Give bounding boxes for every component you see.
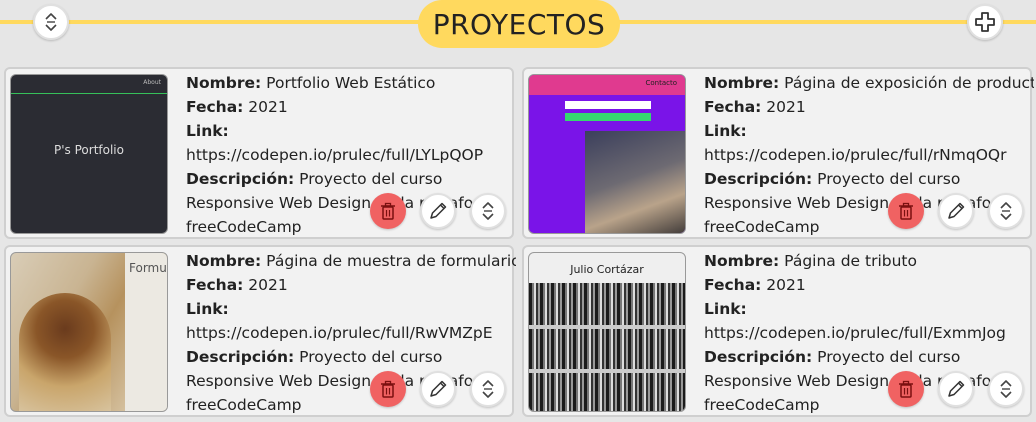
edit-button[interactable] [420,371,456,407]
name-label: Nombre: [186,252,262,270]
thumbnail-form-panel [125,253,167,411]
delete-button[interactable] [888,193,924,229]
sort-up-down-icon [1000,202,1012,220]
plus-icon [975,12,995,32]
project-thumbnail[interactable]: Contacto [528,74,686,234]
reorder-button[interactable] [988,371,1024,407]
project-link[interactable]: https://codepen.io/prulec/full/rNmqOQr [704,143,1034,167]
thumbnail-shelf [529,369,685,373]
thumbnail-title: P's Portfolio [54,143,124,157]
name-label: Nombre: [704,252,780,270]
sort-up-down-icon [45,13,57,31]
delete-button[interactable] [370,371,406,407]
date-label: Fecha: [704,98,762,116]
project-card: Julio Cortázar Nombre: Página de tributo… [522,245,1032,417]
date-label: Fecha: [186,276,244,294]
project-link[interactable]: https://codepen.io/prulec/full/RwVMZpE [186,321,516,345]
thumbnail-title: Julio Cortázar [570,263,644,276]
project-info: Nombre: Página de exposición de producto… [704,71,1034,237]
thumbnail-photo [19,293,111,411]
reorder-button[interactable] [470,371,506,407]
project-card: About P's Portfolio Nombre: Portfolio We… [4,67,514,239]
trash-icon [381,202,395,220]
sort-button[interactable] [33,4,69,40]
thumbnail-button [565,113,651,121]
link-label: Link: [186,122,229,140]
thumbnail-shelf [529,325,685,329]
reorder-button[interactable] [470,193,506,229]
project-name: Página de exposición de producto [784,74,1034,92]
date-label: Fecha: [186,98,244,116]
edit-button[interactable] [938,193,974,229]
trash-icon [899,202,913,220]
delete-button[interactable] [888,371,924,407]
project-link[interactable]: https://codepen.io/prulec/full/ExmmJog [704,321,1034,345]
trash-icon [381,380,395,398]
project-name: Portfolio Web Estático [266,74,436,92]
project-info: Nombre: Página de tributo Fecha: 2021 Li… [704,249,1034,415]
project-info: Nombre: Página de muestra de formulario … [186,249,516,415]
link-label: Link: [704,122,747,140]
description-label: Descripción: [704,170,813,188]
thumbnail-bar [11,93,167,94]
sort-up-down-icon [482,202,494,220]
reorder-button[interactable] [988,193,1024,229]
sort-up-down-icon [482,380,494,398]
thumbnail-nav: About [143,79,161,86]
name-label: Nombre: [186,74,262,92]
date-label: Fecha: [704,276,762,294]
add-project-button[interactable] [967,4,1003,40]
pencil-icon [948,380,965,397]
pencil-icon [948,202,965,219]
thumbnail-nav: Contacto [645,79,677,87]
project-card: Contacto Nombre: Página de exposición de… [522,67,1034,239]
header: PROYECTOS [0,0,1036,50]
link-label: Link: [186,300,229,318]
project-name: Página de tributo [784,252,917,270]
link-label: Link: [704,300,747,318]
sort-up-down-icon [1000,380,1012,398]
name-label: Nombre: [704,74,780,92]
project-name: Página de muestra de formulario [266,252,516,270]
pencil-icon [430,202,447,219]
project-card: Formula Nombre: Página de muestra de for… [4,245,516,417]
project-date: 2021 [248,276,288,294]
thumbnail-video [585,131,685,233]
thumbnail-input [565,101,651,109]
thumbnail-header: Contacto [529,75,685,95]
project-date: 2021 [766,98,806,116]
project-info: Nombre: Portfolio Web Estático Fecha: 20… [186,71,516,237]
project-thumbnail[interactable]: About P's Portfolio [10,74,168,234]
description-label: Descripción: [186,170,295,188]
description-label: Descripción: [704,348,813,366]
edit-button[interactable] [420,193,456,229]
description-label: Descripción: [186,348,295,366]
project-date: 2021 [766,276,806,294]
project-thumbnail[interactable]: Formula [10,252,168,412]
delete-button[interactable] [370,193,406,229]
pencil-icon [430,380,447,397]
edit-button[interactable] [938,371,974,407]
thumbnail-photo [529,283,685,411]
trash-icon [899,380,913,398]
page-title: PROYECTOS [418,0,620,48]
project-link[interactable]: https://codepen.io/prulec/full/LYLpQOP [186,143,516,167]
project-thumbnail[interactable]: Julio Cortázar [528,252,686,412]
thumbnail-title: Formula [129,261,167,275]
project-date: 2021 [248,98,288,116]
